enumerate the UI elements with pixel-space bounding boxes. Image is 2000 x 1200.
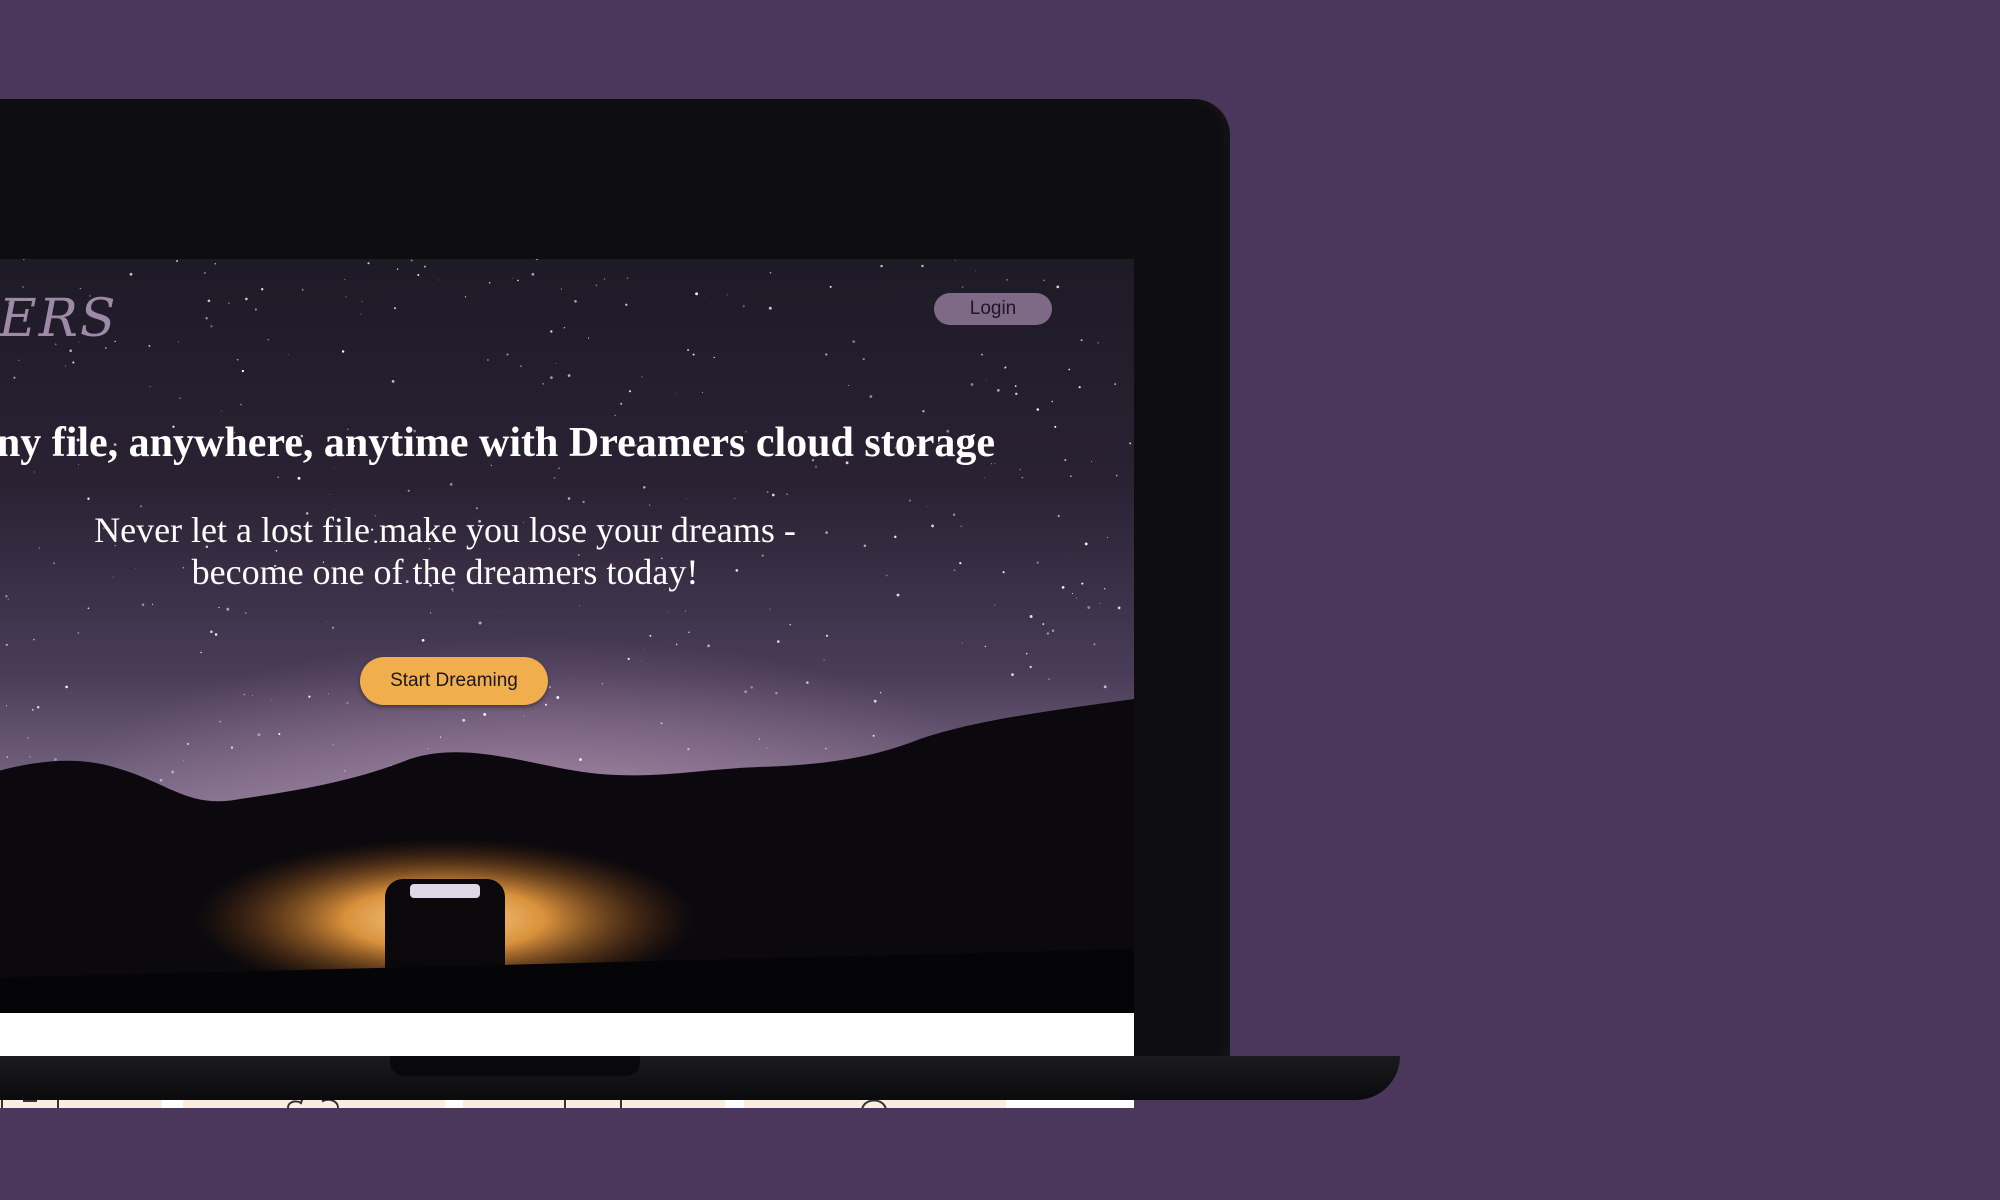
login-button[interactable]: Login <box>934 293 1052 325</box>
laptop-frame: AMERS Login oad any file, anywhere, anyt… <box>0 99 1230 1108</box>
mountain-silhouette-image <box>0 699 1134 1013</box>
hero-headline: oad any file, anywhere, anytime with Dre… <box>0 420 995 466</box>
laptop-screen: AMERS Login oad any file, anywhere, anyt… <box>0 259 1134 1108</box>
brand-logo[interactable]: AMERS <box>0 289 118 349</box>
laptop-hinge-notch <box>390 1056 640 1076</box>
start-dreaming-button[interactable]: Start Dreaming <box>360 657 548 705</box>
laptop-base <box>0 1056 1400 1100</box>
hero-subheadline-line-2: become one of the dreamers today! <box>191 552 699 592</box>
hero-subheadline: Never let a lost file make you lose your… <box>50 509 840 593</box>
hero-section: AMERS Login oad any file, anywhere, anyt… <box>0 259 1134 1013</box>
hero-subheadline-line-1: Never let a lost file make you lose your… <box>94 510 796 550</box>
